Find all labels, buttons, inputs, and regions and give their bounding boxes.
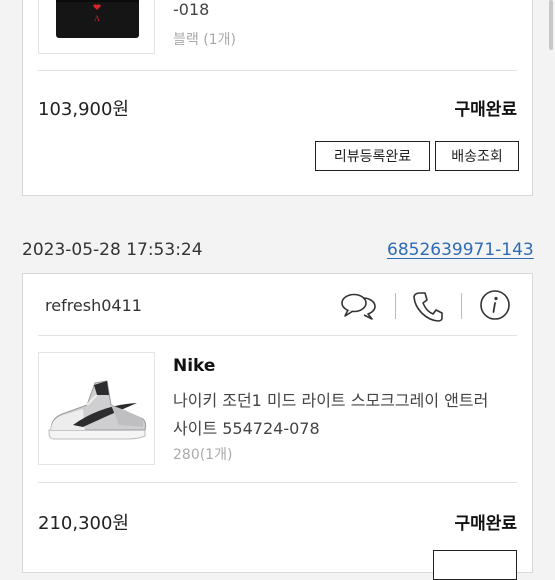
icon-divider — [395, 293, 396, 319]
product-name-line1[interactable]: 나이키 조던1 미드 라이트 스모크그레이 앤트러 — [173, 387, 488, 411]
order-number-link[interactable]: 6852639971-143 — [387, 240, 534, 260]
tracking-button[interactable]: 배송조회 — [435, 141, 519, 171]
order-status: 구매완료 — [454, 100, 517, 120]
phone-icon[interactable] — [411, 289, 445, 327]
divider — [38, 482, 517, 483]
order-status: 구매완료 — [454, 514, 517, 534]
product-thumbnail[interactable] — [38, 352, 155, 465]
svg-text:A: A — [94, 14, 100, 23]
product-option: 280(1개) — [173, 447, 233, 463]
beanie-image: A — [56, 0, 139, 38]
scrollbar[interactable] — [549, 0, 553, 50]
product-thumbnail[interactable]: A — [38, 0, 155, 54]
product-option: 블랙 (1개) — [173, 32, 236, 48]
seller-name[interactable]: refresh0411 — [45, 296, 142, 315]
info-icon[interactable] — [479, 289, 511, 325]
chat-icon[interactable] — [339, 289, 379, 327]
order-card-1: A -018 블랙 (1개) 103,900원 구매완료 리뷰등록완료 배송조회 — [22, 0, 533, 196]
order-price: 210,300원 — [38, 513, 129, 534]
product-name-line2[interactable]: 사이트 554724-078 — [173, 415, 320, 439]
order-card-2: refresh0411 Nike 나이키 조던1 미드 라이트 스모크그레이 앤… — [22, 273, 533, 580]
icon-divider — [461, 293, 462, 319]
divider — [38, 70, 517, 71]
sneaker-image — [48, 380, 147, 440]
order-price: 103,900원 — [38, 99, 129, 120]
review-complete-button[interactable]: 리뷰등록완료 — [315, 141, 430, 171]
divider — [38, 335, 517, 336]
order-date: 2023-05-28 17:53:24 — [22, 240, 203, 260]
product-brand: Nike — [173, 356, 216, 376]
product-code-tail: -018 — [173, 0, 210, 19]
